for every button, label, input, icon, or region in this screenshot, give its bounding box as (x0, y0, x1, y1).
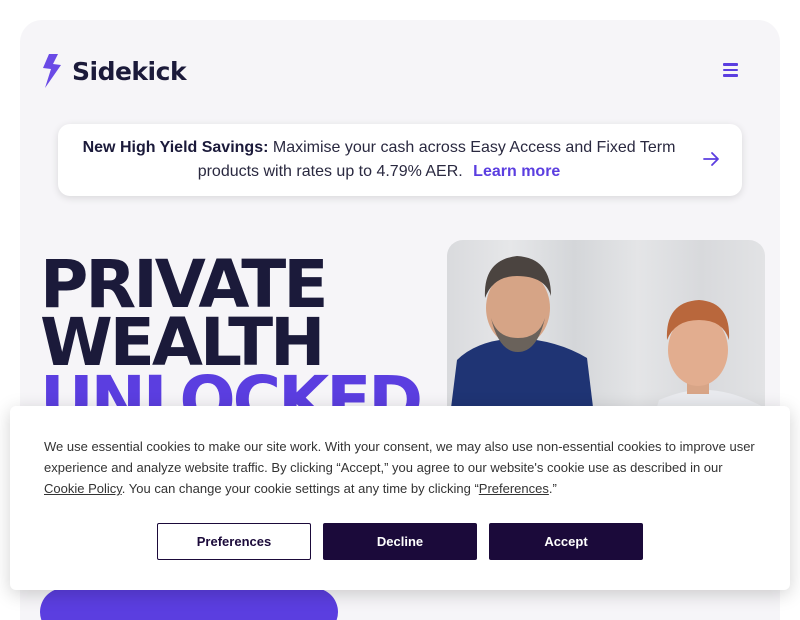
arrow-right-icon[interactable] (700, 148, 722, 170)
logo-wordmark: Sidekick (72, 56, 187, 86)
sidekick-logo[interactable]: Sidekick (40, 54, 187, 88)
hero-heading: PRIVATE WEALTH UNLOCKED (40, 252, 423, 434)
banner-body: Maximise your cash across Easy Access an… (197, 139, 676, 180)
lightning-bolt-icon (43, 54, 61, 88)
cookie-banner: We use essential cookies to make our sit… (10, 406, 790, 590)
cookie-text: We use essential cookies to make our sit… (44, 439, 755, 496)
banner-title: New High Yield Savings: (82, 139, 269, 156)
promo-banner[interactable]: New High Yield Savings: Maximise your ca… (58, 124, 742, 196)
cookie-policy-link[interactable]: Cookie Policy (44, 481, 122, 496)
accept-button[interactable]: Accept (489, 523, 643, 560)
preferences-link[interactable]: Preferences (479, 481, 549, 496)
decline-button[interactable]: Decline (323, 523, 477, 560)
learn-more-link[interactable]: Learn more (473, 163, 560, 180)
hamburger-menu-icon (722, 63, 738, 66)
hero-cta-button[interactable] (40, 588, 338, 620)
banner-text: New High Yield Savings: Maximise your ca… (58, 136, 688, 184)
menu-button[interactable] (718, 60, 742, 80)
preferences-button[interactable]: Preferences (157, 523, 311, 560)
